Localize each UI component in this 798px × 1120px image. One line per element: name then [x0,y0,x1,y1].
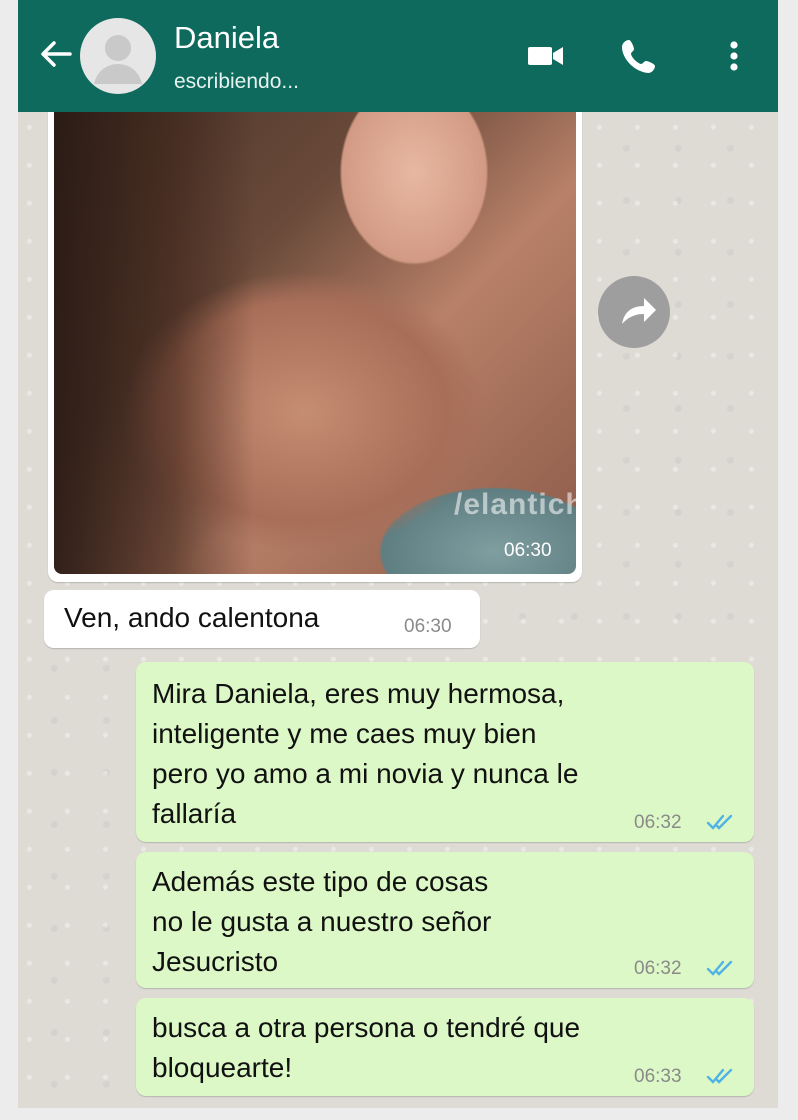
watermark: /elantich [454,488,576,521]
message-time: 06:33 [634,1066,682,1087]
incoming-message-bubble[interactable]: Ven, ando calentona 06:30 [44,590,480,648]
double-check-icon [706,812,738,832]
forward-share-icon [622,298,656,324]
message-text-line: pero yo amo a mi novia y nunca le [152,758,579,789]
chat-screen: Daniela escribiendo... /elantich 06:30 V… [18,0,778,1108]
message-text-line: busca a otra persona o tendré que [152,1012,581,1043]
back-arrow-icon[interactable] [36,34,76,74]
message-time: 06:32 [634,958,682,979]
message-time: 06:32 [634,812,682,833]
photo-shading [54,112,254,574]
double-check-icon [706,1066,738,1086]
message-text-line: Además este tipo de cosas [152,866,489,897]
chat-header: Daniela escribiendo... [18,0,778,112]
message-time: 06:30 [404,616,452,637]
message-text-line: Jesucristo [152,946,279,977]
photo-attachment[interactable]: /elantich 06:30 [54,112,576,574]
message-text-line: inteligente y me caes muy bien [152,718,537,749]
contact-status: escribiendo... [174,70,299,93]
outgoing-message-bubble[interactable]: Además este tipo de cosas no le gusta a … [136,852,754,988]
video-camera-icon[interactable] [526,36,566,76]
contact-avatar[interactable] [80,18,156,94]
message-text-line: no le gusta a nuestro señor [152,906,492,937]
screenshot-frame: Daniela escribiendo... /elantich 06:30 V… [0,0,798,1120]
default-avatar-icon [94,35,142,84]
image-message-bubble[interactable]: /elantich 06:30 [48,112,582,582]
phone-icon[interactable] [618,36,658,76]
message-time: 06:30 [504,540,552,561]
message-text-line: bloquearte! [152,1052,293,1083]
message-text-line: fallaría [152,798,237,829]
outgoing-message-bubble[interactable]: Mira Daniela, eres muy hermosa, intelige… [136,662,754,842]
message-text-line: Mira Daniela, eres muy hermosa, [152,678,565,709]
outgoing-message-bubble[interactable]: busca a otra persona o tendré que bloque… [136,998,754,1096]
message-text-line: Ven, ando calentona [64,602,320,633]
double-check-icon [706,958,738,978]
forward-button[interactable] [598,276,670,348]
contact-name[interactable]: Daniela [174,20,279,56]
more-vert-icon[interactable] [714,36,754,76]
